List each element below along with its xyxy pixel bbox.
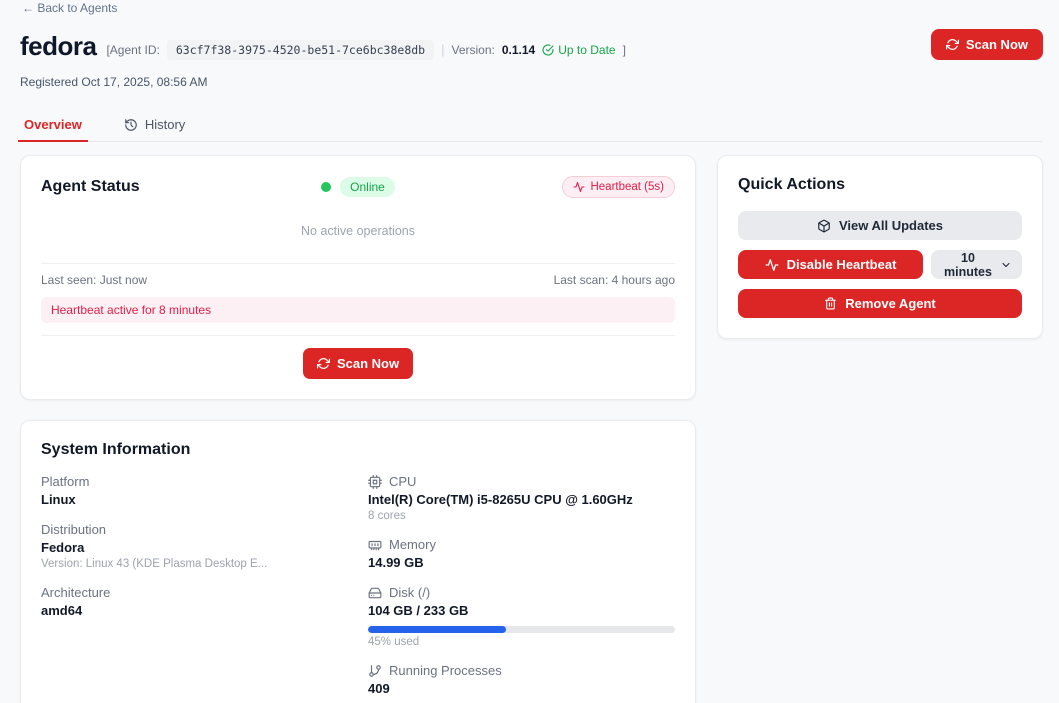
interval-value: 10 minutes <box>941 251 995 279</box>
quick-actions-buttons: View All Updates Disable Heartbeat 10 mi… <box>738 211 1022 318</box>
seen-row: Last seen: Just now Last scan: 4 hours a… <box>41 264 675 297</box>
disk-value: 104 GB / 233 GB <box>368 603 675 618</box>
agent-status-title: Agent Status <box>41 178 321 196</box>
distribution-value: Fedora <box>41 540 368 555</box>
platform-label: Platform <box>41 474 368 489</box>
system-info-left: Platform Linux Distribution Fedora Versi… <box>41 474 368 703</box>
meta-separator: | <box>441 42 444 57</box>
scan-now-container: Scan Now <box>41 348 675 379</box>
tab-history[interactable]: History <box>120 111 189 141</box>
check-circle-icon <box>542 44 554 56</box>
architecture-label: Architecture <box>41 585 368 600</box>
online-dot <box>321 182 331 192</box>
scan-now-button-header[interactable]: Scan Now <box>931 29 1043 60</box>
scan-now-button[interactable]: Scan Now <box>303 348 413 379</box>
processes-value: 409 <box>368 681 675 696</box>
back-to-agents-link[interactable]: ← Back to Agents <box>22 1 117 15</box>
online-badge: Online <box>340 177 395 197</box>
memory-label: Memory <box>389 537 436 552</box>
memory-item: Memory 14.99 GB <box>368 537 675 570</box>
heartbeat-active-banner: Heartbeat active for 8 minutes <box>41 297 675 323</box>
up-to-date-label: Up to Date <box>558 43 615 57</box>
distribution-version: Version: Linux 43 (KDE Plasma Desktop E.… <box>41 558 368 570</box>
disable-heartbeat-label: Disable Heartbeat <box>787 257 897 272</box>
cpu-icon <box>368 475 382 489</box>
platform-item: Platform Linux <box>41 474 368 507</box>
version-value: 0.1.14 <box>502 43 535 57</box>
heartbeat-icon <box>765 258 779 272</box>
cpu-item: CPU Intel(R) Core(TM) i5-8265U CPU @ 1.6… <box>368 474 675 522</box>
view-all-updates-label: View All Updates <box>839 218 943 233</box>
bracket-close: ] <box>623 43 626 57</box>
agent-id-label: [Agent ID: <box>106 43 159 57</box>
remove-agent-label: Remove Agent <box>845 296 936 311</box>
disk-label: Disk (/) <box>389 585 430 600</box>
agent-id-value: 63cf7f38-3975-4520-be51-7ce6bc38e8db <box>167 40 434 60</box>
version-label: Version: <box>451 43 494 57</box>
architecture-item: Architecture amd64 <box>41 585 368 618</box>
chevron-down-icon <box>1000 259 1012 271</box>
remove-agent-button[interactable]: Remove Agent <box>738 289 1022 318</box>
agent-header: fedora [Agent ID: 63cf7f38-3975-4520-be5… <box>20 31 1043 62</box>
left-column: Agent Status Online Heartbeat (5s) No ac… <box>20 155 696 703</box>
package-icon <box>817 219 831 233</box>
disk-item: Disk (/) 104 GB / 233 GB 45% used <box>368 585 675 648</box>
refresh-icon <box>946 38 959 51</box>
memory-value: 14.99 GB <box>368 555 675 570</box>
history-icon <box>124 118 138 132</box>
agent-meta: [Agent ID: 63cf7f38-3975-4520-be51-7ce6b… <box>106 40 625 60</box>
quick-actions-card: Quick Actions View All Updates Disable H… <box>717 155 1043 339</box>
last-scan: Last scan: 4 hours ago <box>554 273 675 287</box>
view-all-updates-button[interactable]: View All Updates <box>738 211 1022 240</box>
processes-icon <box>368 664 382 678</box>
system-info-right: CPU Intel(R) Core(TM) i5-8265U CPU @ 1.6… <box>368 474 675 703</box>
memory-icon <box>368 538 382 552</box>
cpu-label: CPU <box>389 474 416 489</box>
last-seen: Last seen: Just now <box>41 273 147 287</box>
cpu-value: Intel(R) Core(TM) i5-8265U CPU @ 1.60GHz <box>368 492 675 507</box>
heartbeat-controls-row: Disable Heartbeat 10 minutes <box>738 250 1022 279</box>
disk-progress-fill <box>368 626 506 633</box>
hard-drive-icon <box>368 586 382 600</box>
disk-used: 45% used <box>368 636 675 648</box>
distribution-label: Distribution <box>41 522 368 537</box>
architecture-value: amd64 <box>41 603 368 618</box>
processes-item: Running Processes 409 <box>368 663 675 696</box>
system-info-grid: Platform Linux Distribution Fedora Versi… <box>41 474 675 703</box>
no-active-operations: No active operations <box>41 224 675 238</box>
divider <box>41 335 675 336</box>
trash-icon <box>824 297 837 310</box>
scan-now-label: Scan Now <box>966 37 1028 52</box>
agent-status-card: Agent Status Online Heartbeat (5s) No ac… <box>20 155 696 400</box>
refresh-icon <box>317 357 330 370</box>
tab-history-label: History <box>145 117 185 132</box>
quick-actions-title: Quick Actions <box>738 176 1022 194</box>
disk-progress-track <box>368 626 675 633</box>
page: ← Back to Agents fedora [Agent ID: 63cf7… <box>0 0 1059 703</box>
tab-overview[interactable]: Overview <box>20 111 86 141</box>
disable-heartbeat-button[interactable]: Disable Heartbeat <box>738 250 923 279</box>
tab-bar: Overview History <box>20 111 1043 142</box>
tab-overview-label: Overview <box>24 117 82 132</box>
system-information-card: System Information Platform Linux Distri… <box>20 420 696 703</box>
main-content: Agent Status Online Heartbeat (5s) No ac… <box>20 155 1043 703</box>
platform-value: Linux <box>41 492 368 507</box>
system-information-title: System Information <box>41 441 675 459</box>
page-title: fedora <box>20 31 96 62</box>
heartbeat-badge-label: Heartbeat (5s) <box>590 181 664 193</box>
registered-date: Registered Oct 17, 2025, 08:56 AM <box>20 75 1043 89</box>
online-status: Online <box>321 177 395 197</box>
agent-status-header: Agent Status Online Heartbeat (5s) <box>41 176 675 198</box>
heartbeat-interval-dropdown[interactable]: 10 minutes <box>931 250 1022 279</box>
processes-label: Running Processes <box>389 663 502 678</box>
scan-now-label: Scan Now <box>337 356 399 371</box>
distribution-item: Distribution Fedora Version: Linux 43 (K… <box>41 522 368 570</box>
up-to-date-badge: Up to Date <box>542 43 615 57</box>
cpu-cores: 8 cores <box>368 510 675 522</box>
heartbeat-icon <box>573 181 585 193</box>
heartbeat-badge: Heartbeat (5s) <box>562 176 675 198</box>
